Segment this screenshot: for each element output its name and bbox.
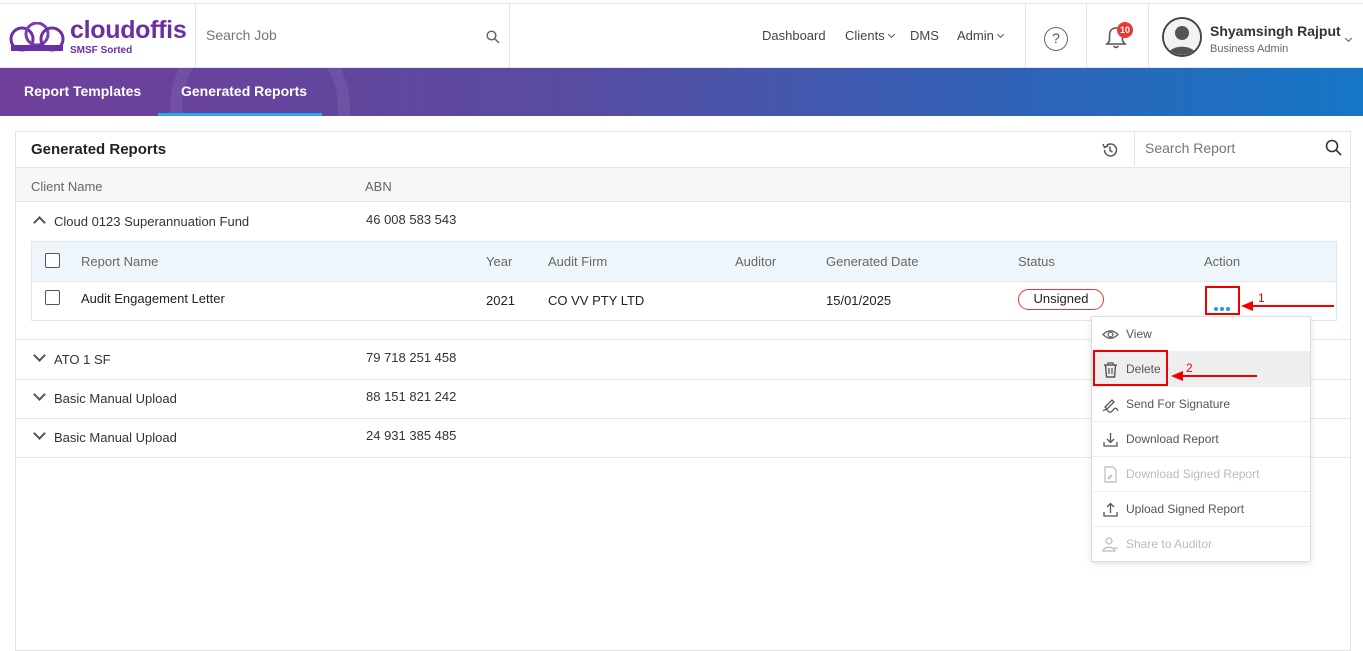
active-tab-indicator (158, 113, 322, 116)
avatar[interactable] (1162, 17, 1202, 57)
menu-item-send-for-signature[interactable]: Send For Signature (1092, 387, 1310, 422)
column-generated-date: Generated Date (826, 254, 919, 269)
divider (1148, 4, 1149, 68)
chevron-down-icon[interactable] (33, 349, 46, 362)
nav-dms[interactable]: DMS (910, 28, 939, 43)
upload-icon (1103, 502, 1118, 517)
report-table-header: Report Name Year Audit Firm Auditor Gene… (32, 242, 1336, 282)
column-client-name: Client Name (31, 179, 103, 194)
divider (1086, 4, 1087, 68)
tab-generated-reports[interactable]: Generated Reports (181, 83, 307, 99)
user-role: Business Admin (1210, 43, 1289, 55)
report-year: 2021 (486, 293, 515, 308)
history-icon[interactable] (1101, 141, 1119, 159)
chevron-up-icon[interactable] (33, 216, 46, 229)
logo-tagline: SMSF Sorted (70, 45, 133, 56)
annotation-step-2: 2 (1186, 361, 1193, 375)
search-job-input[interactable] (206, 27, 506, 43)
signature-icon (1102, 399, 1119, 413)
column-audit-firm: Audit Firm (548, 254, 608, 269)
user-name[interactable]: Shyamsingh Rajput (1210, 23, 1341, 39)
share-user-icon (1102, 537, 1118, 552)
search-icon[interactable] (1325, 139, 1342, 156)
menu-item-upload-signed-report[interactable]: Upload Signed Report (1092, 492, 1310, 527)
chevron-down-icon[interactable] (33, 388, 46, 401)
chevron-down-icon (996, 30, 1004, 39)
column-abn: ABN (365, 179, 392, 194)
more-options-icon (1214, 299, 1232, 314)
menu-item-download-report[interactable]: Download Report (1092, 422, 1310, 457)
panel-title: Generated Reports (31, 141, 167, 158)
menu-item-label: Upload Signed Report (1126, 502, 1245, 516)
column-auditor: Auditor (735, 254, 777, 269)
notification-count-badge: 10 (1117, 22, 1133, 38)
divider (509, 4, 510, 68)
chevron-down-icon[interactable] (1344, 34, 1353, 43)
column-year: Year (486, 254, 513, 269)
client-abn: 24 931 385 485 (366, 428, 457, 443)
nav-dashboard[interactable]: Dashboard (762, 28, 826, 43)
help-icon[interactable]: ? (1044, 27, 1068, 51)
client-abn: 79 718 251 458 (366, 350, 457, 365)
divider (195, 4, 196, 68)
delete-highlight-box (1093, 350, 1168, 386)
logo-mark-icon (9, 22, 65, 52)
client-name[interactable]: Cloud 0123 Superannuation Fund (54, 214, 249, 229)
divider (1025, 4, 1026, 68)
nav-admin[interactable]: Admin (957, 28, 1004, 43)
logo-text: cloudoffis (70, 16, 187, 44)
column-report-name: Report Name (81, 254, 159, 269)
select-all-checkbox[interactable] (45, 253, 60, 268)
report-audit-firm: CO VV PTY LTD (548, 293, 645, 308)
chevron-down-icon[interactable] (33, 427, 46, 440)
client-name[interactable]: Basic Manual Upload (54, 391, 177, 406)
chevron-down-icon (887, 30, 895, 39)
menu-item-share-to-auditor[interactable]: Share to Auditor (1092, 527, 1310, 562)
search-report-box (1134, 132, 1352, 166)
user-silhouette-icon (1164, 19, 1200, 55)
menu-item-label: Download Signed Report (1126, 467, 1260, 481)
menu-item-label: View (1126, 327, 1152, 341)
column-status: Status (1018, 254, 1055, 269)
download-icon (1103, 433, 1118, 447)
annotation-step-1: 1 (1258, 291, 1265, 305)
report-generated-date: 15/01/2025 (826, 293, 892, 308)
client-name[interactable]: ATO 1 SF (54, 352, 111, 367)
eye-icon (1102, 330, 1119, 339)
report-name: Audit Engagement Letter (81, 291, 225, 306)
menu-item-label: Download Report (1126, 432, 1219, 446)
nav-admin-label: Admin (957, 28, 994, 43)
tab-bar: Report Templates Generated Reports (0, 68, 1363, 116)
nav-clients[interactable]: Clients (845, 28, 895, 43)
tab-report-templates[interactable]: Report Templates (24, 83, 141, 99)
client-name[interactable]: Basic Manual Upload (54, 430, 177, 445)
search-icon[interactable] (486, 30, 500, 44)
nav-clients-label: Clients (845, 28, 885, 43)
search-report-input[interactable] (1145, 140, 1315, 156)
action-menu-button[interactable] (1205, 286, 1240, 315)
client-abn: 46 008 583 543 (366, 212, 457, 227)
column-action: Action (1204, 254, 1241, 269)
menu-item-label: Share to Auditor (1126, 537, 1213, 551)
menu-item-download-signed-report[interactable]: Download Signed Report (1092, 457, 1310, 492)
client-table-header: Client Name ABN (16, 167, 1350, 202)
report-subtable: Report Name Year Audit Firm Auditor Gene… (31, 241, 1337, 321)
top-bar: cloudoffis SMSF Sorted Dashboard Clients… (0, 3, 1363, 68)
status-badge: Unsigned (1018, 289, 1104, 310)
row-checkbox[interactable] (45, 290, 60, 305)
signed-document-icon (1104, 466, 1117, 483)
menu-item-view[interactable]: View (1092, 317, 1310, 352)
cloudoffis-logo[interactable]: cloudoffis SMSF Sorted (8, 16, 188, 60)
client-abn: 88 151 821 242 (366, 389, 457, 404)
menu-item-label: Send For Signature (1126, 397, 1231, 411)
